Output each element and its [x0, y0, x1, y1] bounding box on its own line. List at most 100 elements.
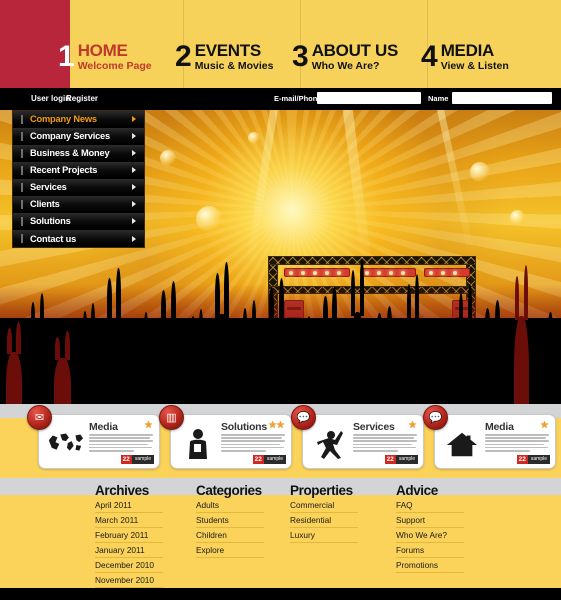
email-phone-input[interactable] — [317, 92, 421, 104]
sidebar-item-solutions[interactable]: Solutions — [13, 213, 144, 230]
feature-card-media-2[interactable]: 💬 Media ★ 22 sample — [423, 405, 556, 469]
card-title: Media — [89, 421, 118, 433]
sidebar-item-recent-projects[interactable]: Recent Projects — [13, 162, 144, 179]
footer-link[interactable]: Luxury — [290, 528, 358, 543]
chevron-right-icon — [132, 201, 136, 207]
nav-item-subtitle: Music & Movies — [194, 60, 274, 72]
user-utility-bar: User login Register E-mail/Phone Name — [0, 88, 561, 110]
crowd-hand — [242, 299, 257, 404]
chevron-right-icon — [132, 116, 136, 122]
card-body-text — [353, 434, 417, 453]
footer-heading-band — [0, 478, 561, 495]
footer-column-advice: Advice FAQ Support Who We Are? Forums Pr… — [396, 483, 464, 573]
feature-card-solutions[interactable]: ▥ Solutions ★★ 22 sample — [159, 405, 292, 469]
stage-light-bar — [284, 268, 350, 277]
card-sample-badge: 22 sample — [384, 455, 418, 464]
footer-link[interactable]: Commercial — [290, 498, 358, 513]
crowd-hand — [30, 293, 45, 404]
footer-link[interactable]: Residential — [290, 513, 358, 528]
crowd-hand — [430, 318, 446, 404]
crowd-hand — [538, 312, 554, 404]
email-phone-label: E-mail/Phone — [274, 94, 322, 103]
bokeh-light — [510, 210, 525, 225]
footer-link-list: Adults Students Children Explore — [196, 498, 264, 558]
footer-links-band — [0, 495, 561, 588]
sidebar-item-business-money[interactable]: Business & Money — [13, 145, 144, 162]
footer-link[interactable]: FAQ — [396, 498, 464, 513]
footer-link[interactable]: Adults — [196, 498, 264, 513]
chevron-right-icon — [132, 167, 136, 173]
sidebar-item-label: Business & Money — [30, 148, 110, 158]
footer-link[interactable]: March 2011 — [95, 513, 163, 528]
footer-link[interactable]: Children — [196, 528, 264, 543]
sidebar-item-clients[interactable]: Clients — [13, 196, 144, 213]
footer-column-archives: Archives April 2011 March 2011 February … — [95, 483, 163, 588]
top-navigation-bar: 1 HOME Welcome Page 2 EVENTS Music & Mov… — [0, 0, 561, 88]
footer-link[interactable]: Forums — [396, 543, 464, 558]
feature-card-media-1[interactable]: ✉ Media ★ 22 sample — [27, 405, 160, 469]
sidebar-item-company-services[interactable]: Company Services — [13, 128, 144, 145]
speech-bubble-icon: 💬 — [423, 405, 448, 430]
name-label: Name — [428, 94, 449, 103]
nav-item-title: EVENTS — [194, 41, 262, 60]
footer-column-heading: Advice — [396, 483, 438, 498]
chevron-right-icon — [132, 184, 136, 190]
footer-link[interactable]: Support — [396, 513, 464, 528]
footer-link[interactable]: Who We Are? — [396, 528, 464, 543]
card-sample-number: 22 — [120, 455, 132, 464]
menu-accent-bar — [21, 114, 23, 124]
user-login-link[interactable]: User login — [31, 94, 70, 103]
crowd-hand — [268, 277, 285, 404]
chevron-right-icon — [132, 218, 136, 224]
menu-accent-bar — [21, 216, 23, 226]
footer-link[interactable]: Explore — [196, 543, 264, 558]
crowd-hand — [190, 309, 204, 404]
footer-column-heading: Properties — [290, 483, 353, 498]
card-sample-text: sample — [131, 455, 154, 464]
card-rating-stars: ★ — [144, 420, 153, 431]
sidebar-item-company-news[interactable]: Company News — [13, 111, 144, 128]
card-rating-stars: ★★ — [268, 420, 285, 431]
truss-beam-top — [268, 256, 476, 265]
footer-link[interactable]: December 2010 — [95, 558, 163, 573]
sidebar-item-label: Contact us — [30, 233, 77, 244]
footer-link[interactable]: February 2011 — [95, 528, 163, 543]
footer-column-heading: Archives — [95, 483, 149, 498]
crowd-hand — [298, 315, 312, 404]
crowd-hand — [54, 331, 71, 404]
crowd-hand — [6, 321, 22, 404]
crowd-hand — [406, 274, 420, 404]
card-sample-badge: 22 sample — [120, 455, 154, 464]
footer-link[interactable]: November 2010 — [95, 573, 163, 588]
card-body-text — [89, 434, 153, 453]
crowd-hand — [458, 283, 473, 404]
bokeh-light — [160, 150, 176, 166]
person-icon — [179, 428, 217, 460]
nav-item-home[interactable]: 1 HOME Welcome Page — [58, 42, 152, 84]
bokeh-light — [248, 132, 260, 144]
footer-link[interactable]: Promotions — [396, 558, 464, 573]
nav-item-about-us[interactable]: 3 ABOUT US Who We Are? — [292, 42, 398, 84]
nav-item-media[interactable]: 4 MEDIA View & Listen — [421, 42, 509, 84]
crowd-hand — [350, 258, 365, 404]
nav-item-title: HOME — [77, 41, 128, 60]
nav-item-title: MEDIA — [440, 41, 495, 60]
crowd-hand — [514, 264, 529, 404]
menu-accent-bar — [21, 148, 23, 158]
footer-link[interactable]: Students — [196, 513, 264, 528]
card-sample-number: 22 — [384, 455, 396, 464]
footer-link[interactable]: April 2011 — [95, 498, 163, 513]
register-link[interactable]: Register — [66, 94, 98, 103]
sidebar-item-contact-us[interactable]: Contact us — [13, 230, 144, 247]
feature-card-services[interactable]: 💬 Services ★ 22 sample — [291, 405, 424, 469]
menu-accent-bar — [21, 165, 23, 175]
envelope-icon: ✉ — [27, 405, 52, 430]
name-input[interactable] — [452, 92, 552, 104]
nav-item-events[interactable]: 2 EVENTS Music & Movies — [175, 42, 273, 84]
footer-column-heading: Categories — [196, 483, 262, 498]
sidebar-item-services[interactable]: Services — [13, 179, 144, 196]
card-rating-stars: ★ — [408, 420, 417, 431]
nav-item-number: 2 — [175, 40, 192, 73]
nav-item-subtitle: View & Listen — [440, 60, 509, 72]
footer-link[interactable]: January 2011 — [95, 543, 163, 558]
